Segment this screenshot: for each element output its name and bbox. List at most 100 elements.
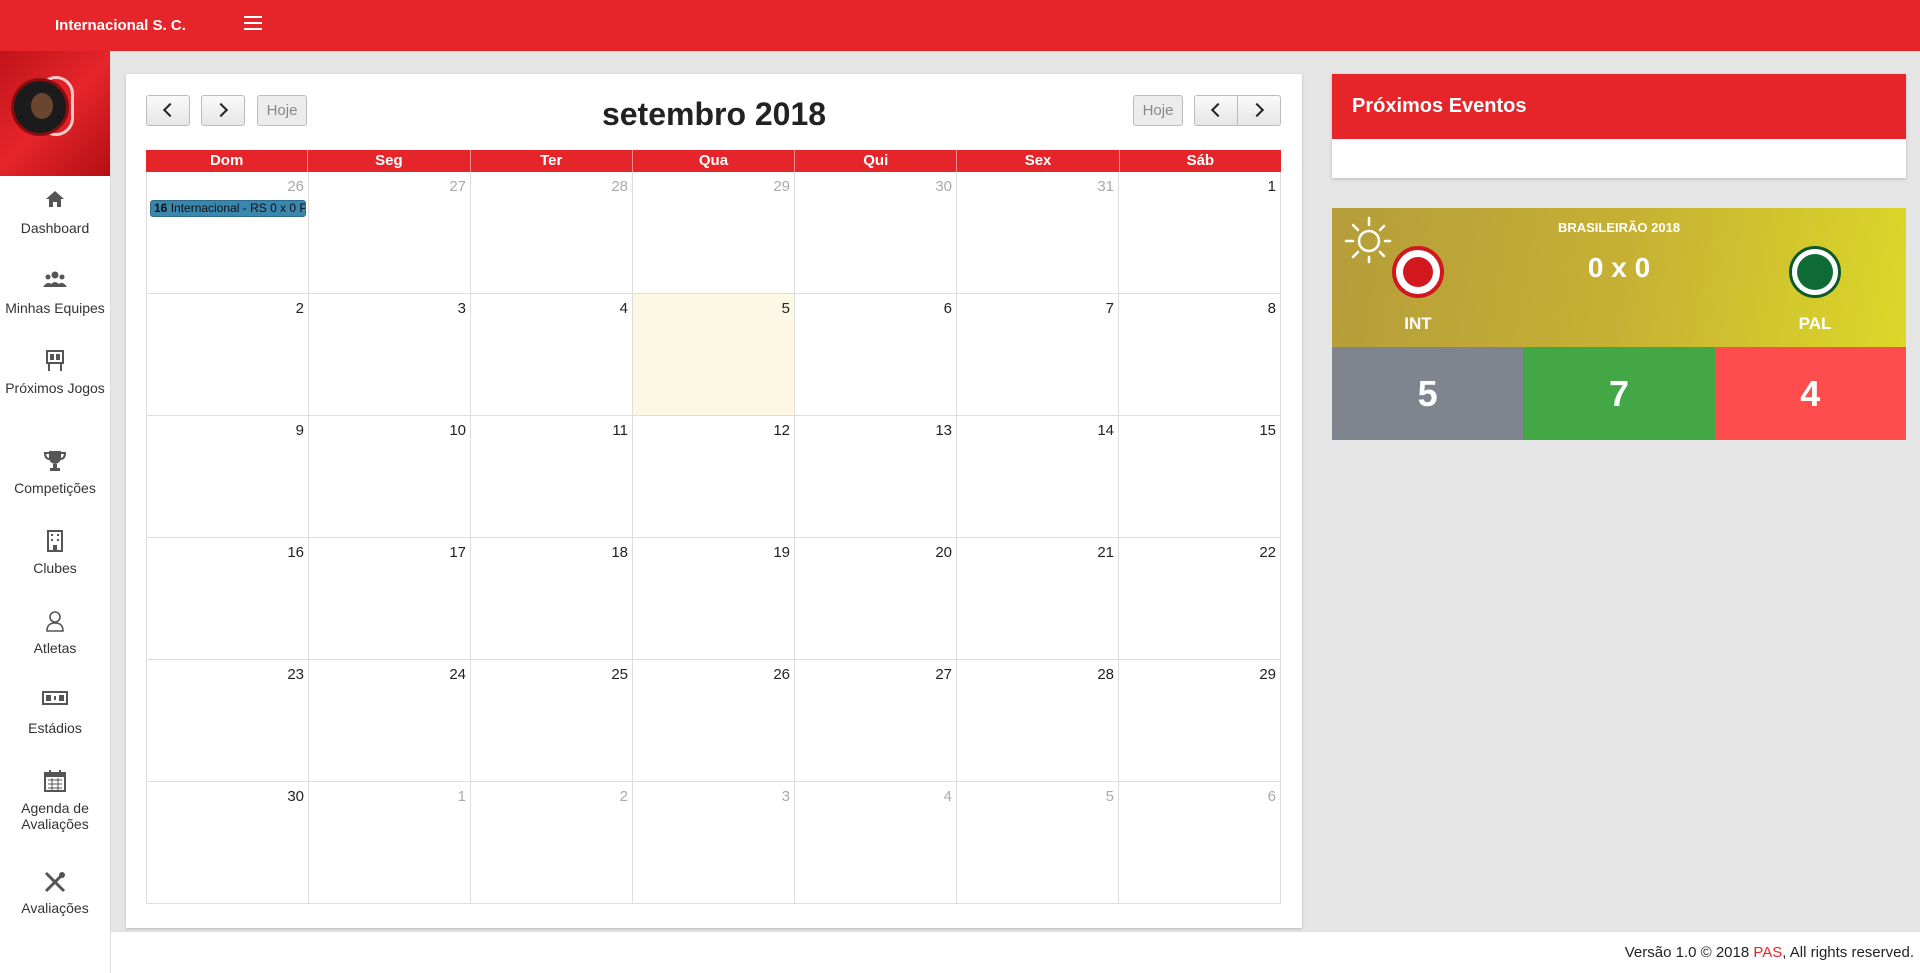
- today-button[interactable]: Hoje: [257, 95, 307, 126]
- day-number: 28: [1097, 666, 1114, 683]
- day-number: 9: [295, 422, 304, 439]
- footer-prefix: Versão 1.0 © 2018: [1624, 944, 1754, 961]
- sidebar-item-clubes[interactable]: Clubes: [0, 516, 110, 596]
- day-cell[interactable]: 3: [633, 782, 795, 904]
- weekday-label: Seg: [308, 150, 471, 172]
- sidebar-item-proximos-jogos[interactable]: Próximos Jogos: [0, 336, 110, 436]
- sidebar-item-estadios[interactable]: Estádios: [0, 676, 110, 756]
- sidebar-item-dashboard[interactable]: Dashboard: [0, 176, 110, 256]
- day-cell[interactable]: 27: [795, 660, 957, 782]
- day-cell[interactable]: 24: [309, 660, 471, 782]
- day-cell[interactable]: 20: [795, 538, 957, 660]
- match-card[interactable]: BRASILEIRÃO 2018 0 x 0 INT PAL 5 7 4: [1332, 208, 1906, 440]
- day-cell[interactable]: 6: [1119, 782, 1281, 904]
- sidebar-item-label: Avaliações: [21, 900, 89, 916]
- day-number: 29: [1259, 666, 1276, 683]
- day-number: 28: [611, 178, 628, 195]
- day-cell[interactable]: 2: [471, 782, 633, 904]
- footer-link[interactable]: PAS: [1753, 944, 1782, 961]
- sidebar-item-agenda-avaliacoes[interactable]: Agenda de Avaliações: [0, 756, 110, 856]
- day-cell[interactable]: 29: [1119, 660, 1281, 782]
- sidebar-item-label: Dashboard: [20, 220, 90, 236]
- competition-name: BRASILEIRÃO 2018: [1557, 220, 1681, 235]
- day-cell[interactable]: 4: [471, 294, 633, 416]
- day-number: 2: [295, 300, 304, 317]
- day-cell[interactable]: 14: [957, 416, 1119, 538]
- day-cell[interactable]: 23: [146, 660, 309, 782]
- away-team-abbr: PAL: [1798, 314, 1832, 333]
- day-cell[interactable]: 17: [309, 538, 471, 660]
- avatar[interactable]: [11, 78, 69, 136]
- day-cell[interactable]: 21: [957, 538, 1119, 660]
- day-cell[interactable]: 19: [633, 538, 795, 660]
- day-number: 27: [449, 178, 466, 195]
- sidebar-item-label: Competições: [14, 480, 96, 496]
- calendar-week: 30 1 2 3 4 5 6: [146, 782, 1281, 904]
- day-cell[interactable]: 25: [471, 660, 633, 782]
- weekday-label: Ter: [471, 150, 633, 172]
- upcoming-events-card: Próximos Eventos: [1332, 74, 1906, 178]
- day-cell[interactable]: 1: [1119, 172, 1281, 294]
- day-cell[interactable]: 3: [309, 294, 471, 416]
- calendar-event[interactable]: 16 Internacional - RS 0 x 0 P: [150, 200, 306, 217]
- sidebar-item-minhas-equipes[interactable]: Minhas Equipes: [0, 256, 110, 336]
- today-button-right[interactable]: Hoje: [1133, 95, 1183, 126]
- day-number: 1: [457, 788, 466, 805]
- sidebar-item-label: Agenda de Avaliações: [21, 800, 89, 832]
- day-cell[interactable]: 1: [309, 782, 471, 904]
- day-cell[interactable]: 10: [309, 416, 471, 538]
- next-month-button[interactable]: [201, 95, 245, 126]
- day-cell[interactable]: 30: [795, 172, 957, 294]
- day-cell[interactable]: 18: [471, 538, 633, 660]
- sidebar-item-atletas[interactable]: Atletas: [0, 596, 110, 676]
- prev-month-button-right[interactable]: [1194, 95, 1238, 126]
- next-month-button-right[interactable]: [1237, 95, 1281, 126]
- prev-month-button[interactable]: [146, 95, 190, 126]
- day-cell-today[interactable]: 5: [633, 294, 795, 416]
- day-cell[interactable]: 8: [1119, 294, 1281, 416]
- calendar-card: Hoje setembro 2018 Hoje Dom Seg Ter Qua …: [126, 74, 1302, 928]
- weekday-label: Sex: [957, 150, 1120, 172]
- day-cell[interactable]: 27: [309, 172, 471, 294]
- calendar-grid: Dom Seg Ter Qua Qui Sex Sáb 26 16 Intern…: [146, 150, 1281, 904]
- day-number: 4: [619, 300, 628, 317]
- day-cell[interactable]: 16: [146, 538, 309, 660]
- day-number: 21: [1097, 544, 1114, 561]
- away-team-crest-icon: [1789, 246, 1841, 298]
- day-cell[interactable]: 5: [957, 782, 1119, 904]
- chevron-left-icon: [162, 102, 178, 118]
- day-cell[interactable]: 7: [957, 294, 1119, 416]
- chevron-right-icon: [213, 102, 229, 118]
- weekday-label: Dom: [146, 150, 309, 172]
- footer: Versão 1.0 © 2018 PAS, All rights reserv…: [111, 931, 1920, 973]
- day-cell[interactable]: 12: [633, 416, 795, 538]
- day-cell[interactable]: 13: [795, 416, 957, 538]
- day-cell[interactable]: 9: [146, 416, 309, 538]
- day-cell[interactable]: 4: [795, 782, 957, 904]
- sidebar-item-label: Estádios: [28, 720, 82, 736]
- day-cell[interactable]: 31: [957, 172, 1119, 294]
- match-header: BRASILEIRÃO 2018 0 x 0 INT PAL: [1332, 208, 1906, 347]
- day-cell[interactable]: 26: [633, 660, 795, 782]
- sidebar-item-label: Atletas: [33, 640, 77, 656]
- sidebar-item-competicoes[interactable]: Competições: [0, 436, 110, 516]
- sidebar-item-label: Próximos Jogos: [5, 380, 105, 396]
- day-cell[interactable]: 30: [146, 782, 309, 904]
- day-number: 3: [457, 300, 466, 317]
- day-number: 27: [935, 666, 952, 683]
- chevron-left-icon: [1210, 102, 1226, 118]
- day-cell[interactable]: 22: [1119, 538, 1281, 660]
- sidebar: Dashboard Minhas Equipes Próximos Jogos …: [0, 51, 111, 973]
- day-cell[interactable]: 6: [795, 294, 957, 416]
- day-cell[interactable]: 28: [957, 660, 1119, 782]
- day-cell[interactable]: 28: [471, 172, 633, 294]
- hamburger-menu-icon[interactable]: [244, 16, 262, 32]
- day-cell[interactable]: 15: [1119, 416, 1281, 538]
- brand-title[interactable]: Internacional S. C.: [55, 17, 186, 34]
- day-cell[interactable]: 29: [633, 172, 795, 294]
- day-cell[interactable]: 26 16 Internacional - RS 0 x 0 P: [146, 172, 309, 294]
- day-cell[interactable]: 11: [471, 416, 633, 538]
- stat-wins: 7: [1523, 347, 1715, 440]
- day-cell[interactable]: 2: [146, 294, 309, 416]
- sidebar-item-avaliacoes[interactable]: Avaliações: [0, 856, 110, 936]
